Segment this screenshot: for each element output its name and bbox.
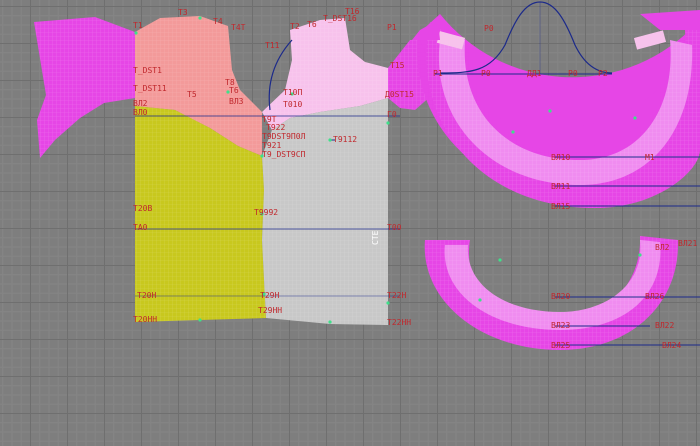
label-t-dst1: T_DST1 <box>133 66 162 75</box>
label-vl22: ВЛ22 <box>655 321 674 330</box>
label-vl25: ВЛ25 <box>551 341 570 350</box>
label-vl26: ВЛ26 <box>645 292 664 301</box>
label-ro2: Р0 <box>481 69 491 78</box>
label-t20n: T20Н <box>137 291 156 300</box>
label-t9112: Т9112 <box>333 135 357 144</box>
label-m1: М1 <box>645 153 655 162</box>
label-t6b: T6 <box>229 86 239 95</box>
label-t15: T15 <box>390 61 405 70</box>
label-t10p: T10П <box>283 88 302 97</box>
label-t921: T921 <box>262 141 281 150</box>
label-ro: Р0 <box>484 24 494 33</box>
label-p1: P1 <box>433 69 443 78</box>
label-dd1: ДД1 <box>527 69 542 78</box>
label-vl11: ВЛ11 <box>551 182 570 191</box>
pattern-canvas[interactable]: T3 T1 T4 T4T T2 T6 T16 T_DST16 T11 P1 T1… <box>0 0 700 446</box>
label-t1: T1 <box>133 21 143 30</box>
label-t20nn: T20НН <box>133 315 157 324</box>
label-vl23: ВЛ23 <box>551 321 570 330</box>
label-ta0: TА0 <box>133 223 148 232</box>
label-vl24: ВЛ24 <box>662 341 681 350</box>
label-ro3: Р0 <box>568 69 578 78</box>
label-t9nn: T9_DST9СП <box>262 150 306 159</box>
label-t-dst11: T_DST11 <box>133 84 167 93</box>
label-vl2: ВЛ2 <box>133 99 148 108</box>
label-t9dst: T9DST9П0Л <box>262 132 306 141</box>
label-side-text: СТЕ <box>371 230 380 245</box>
label-vl0: ВЛ0 <box>133 108 148 117</box>
label-t29n: T29Н <box>260 291 279 300</box>
label-t-dst16: T_DST16 <box>323 14 357 23</box>
label-p2: P2 <box>598 69 608 78</box>
label-vl3: ВЛ3 <box>229 97 244 106</box>
label-g0: Г0 <box>387 110 397 119</box>
label-t3: T3 <box>178 8 188 17</box>
label-t20b: T20В <box>133 204 152 213</box>
label-vl10: ВЛ10 <box>551 153 570 162</box>
label-t922: T922 <box>266 123 285 132</box>
label-t2: T2 <box>290 22 300 31</box>
label-vl2a: ВЛ2 <box>655 243 670 252</box>
label-t4: T4 <box>213 17 223 26</box>
label-t22nn: T22НН <box>387 318 411 327</box>
label-t010: T010 <box>283 100 302 109</box>
label-dstl5: Д0ST15 <box>385 90 414 99</box>
label-t11: T11 <box>265 41 280 50</box>
label-vl21: ВЛ21 <box>678 239 697 248</box>
label-t29nn: T29НН <box>258 306 282 315</box>
label-t6: T6 <box>307 20 317 29</box>
label-t992: Т9992 <box>254 208 278 217</box>
pattern-drawing[interactable]: T3 T1 T4 T4T T2 T6 T16 T_DST16 T11 P1 T1… <box>0 0 700 446</box>
label-t5: T5 <box>187 90 197 99</box>
label-t4t: T4T <box>231 23 246 32</box>
label-vl20: ВЛ20 <box>551 292 570 301</box>
label-vl15: ВЛ15 <box>551 202 570 211</box>
label-p1-top: P1 <box>387 23 397 32</box>
label-t00: Т00 <box>387 223 402 232</box>
label-t22n: T22Н <box>387 291 406 300</box>
